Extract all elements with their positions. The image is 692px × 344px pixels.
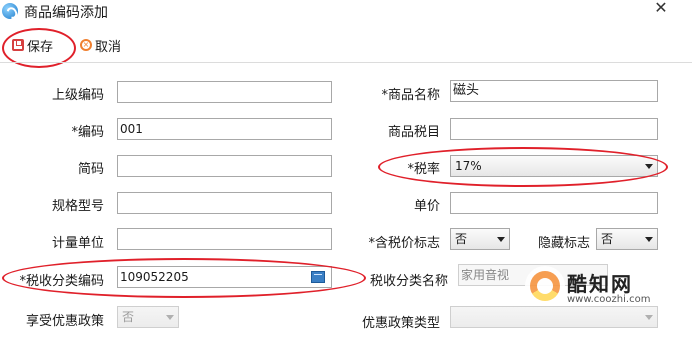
tax-included-flag-label: *含税价标志	[368, 236, 440, 251]
unit-price-label: 单价	[413, 199, 440, 214]
chevron-down-icon	[645, 315, 653, 320]
cancel-icon: ×	[80, 39, 92, 51]
unit-input[interactable]	[117, 228, 332, 250]
watermark-logo-icon	[525, 266, 565, 306]
toolbar-divider	[0, 62, 692, 63]
tax-included-flag-select[interactable]: 否	[450, 228, 510, 250]
toolbar: 保存 × 取消	[0, 28, 692, 62]
chevron-down-icon	[166, 315, 174, 320]
hidden-flag-label: 隐藏标志	[537, 236, 590, 251]
title-bar: 商品编码添加 ✕	[0, 0, 692, 24]
spec-model-input[interactable]	[117, 192, 332, 214]
tax-class-name-label: 税收分类名称	[369, 274, 448, 289]
tax-class-code-highlight-oval	[2, 258, 366, 298]
app-icon	[2, 3, 18, 19]
tax-rate-highlight-oval	[378, 147, 668, 187]
policy-type-label: 优惠政策类型	[361, 316, 440, 331]
cancel-button[interactable]: × 取消	[80, 36, 122, 55]
chevron-down-icon	[645, 237, 653, 242]
product-name-input[interactable]: 磁头	[450, 80, 658, 102]
tax-item-input[interactable]	[450, 118, 658, 140]
code-input[interactable]: 001	[117, 118, 332, 140]
close-button[interactable]: ✕	[640, 0, 682, 18]
unit-label: 计量单位	[51, 236, 104, 251]
parent-code-label: 上级编码	[51, 88, 104, 103]
window-title: 商品编码添加	[24, 5, 108, 21]
watermark-name: 酷知网	[567, 272, 633, 296]
tax-included-flag-value: 否	[455, 232, 468, 246]
preferential-policy-value: 否	[122, 310, 135, 324]
unit-price-input[interactable]	[450, 192, 658, 214]
code-label: *编码	[71, 125, 104, 140]
preferential-policy-select[interactable]: 否	[117, 306, 179, 328]
watermark: 酷知网 www.coozhi.com	[525, 266, 690, 312]
spec-model-label: 规格型号	[51, 199, 104, 214]
hidden-flag-value: 否	[601, 232, 614, 246]
short-code-label: 简码	[77, 162, 104, 177]
short-code-input[interactable]	[117, 155, 332, 177]
product-name-label: *商品名称	[381, 88, 440, 103]
watermark-url: www.coozhi.com	[567, 294, 651, 305]
hidden-flag-select[interactable]: 否	[596, 228, 658, 250]
preferential-policy-label: 享受优惠政策	[25, 314, 104, 329]
chevron-down-icon	[497, 237, 505, 242]
tax-item-label: 商品税目	[387, 125, 440, 140]
parent-code-input[interactable]	[117, 81, 332, 103]
cancel-label: 取消	[95, 39, 122, 55]
